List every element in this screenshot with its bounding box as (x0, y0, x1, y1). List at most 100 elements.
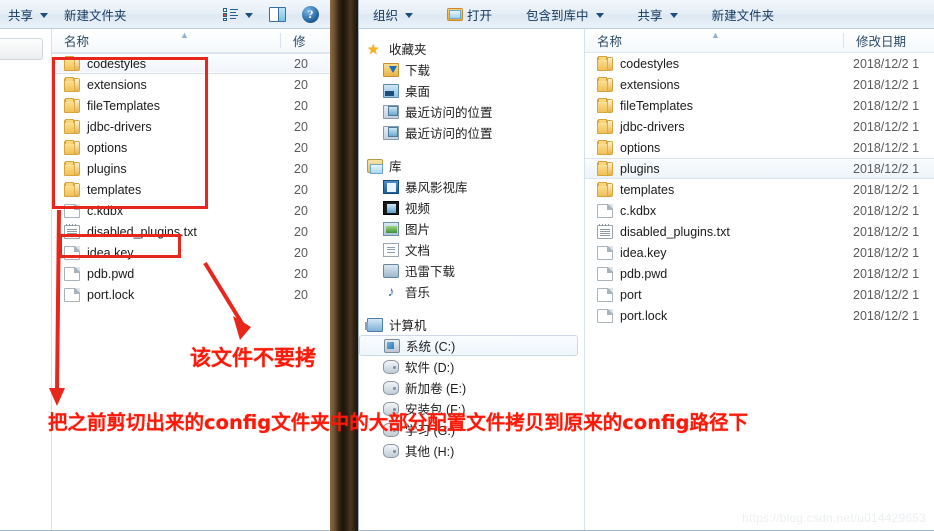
table-row[interactable]: options 2018/12/2 1 (585, 137, 934, 158)
table-row[interactable]: disabled_plugins.txt 20 (52, 221, 331, 242)
right-column-date[interactable]: 修改日期 (844, 31, 906, 50)
left-new-folder-button[interactable]: 新建文件夹 (56, 2, 135, 27)
views-chevron-down-icon (245, 12, 253, 18)
table-row[interactable]: idea.key 20 (52, 242, 331, 263)
sidebar-item-download[interactable]: 下载 (359, 59, 584, 80)
left-column-date[interactable]: 修 (281, 31, 306, 50)
table-row[interactable]: codestyles 20 (52, 53, 331, 74)
open-button[interactable]: 打开 (439, 2, 500, 27)
sidebar-item-recent[interactable]: 最近访问的位置 (359, 101, 584, 122)
file-date-cell: 2018/12/2 1 (853, 77, 920, 92)
sidebar-item-xunlei[interactable]: 迅雷下载 (359, 260, 584, 281)
share-chevron-down-icon (669, 12, 678, 18)
table-row[interactable]: fileTemplates 20 (52, 95, 331, 116)
baofeng-icon (383, 179, 399, 194)
file-name-label: options (620, 140, 661, 155)
left-nav-pane[interactable] (0, 29, 52, 530)
file-date-cell: 2018/12/2 1 (853, 161, 920, 176)
sidebar-item-label: 暴风影视库 (405, 181, 468, 195)
folder-icon (597, 76, 613, 92)
file-name-cell: plugins (52, 160, 127, 176)
sidebar-item-library[interactable]: 库 (359, 155, 584, 176)
folder-icon (597, 118, 613, 134)
sidebar-item-music[interactable]: ♪ 音乐 (359, 281, 584, 302)
sidebar-item-drive[interactable]: 其他 (H:) (359, 440, 584, 461)
table-row[interactable]: templates 2018/12/2 1 (585, 179, 934, 200)
file-date-cell: 2018/12/2 1 (853, 203, 920, 218)
table-row[interactable]: port.lock 20 (52, 284, 331, 305)
table-row[interactable]: plugins 20 (52, 158, 331, 179)
table-row[interactable]: port 2018/12/2 1 (585, 284, 934, 305)
table-row[interactable]: pdb.pwd 20 (52, 263, 331, 284)
right-list-pane[interactable]: 名称 ▲ 修改日期 codestyles 2018/12/2 1 extension… (585, 29, 934, 530)
right-file-list[interactable]: codestyles 2018/12/2 1 extensions 2018/12/2… (585, 53, 934, 326)
drive-icon (383, 401, 399, 416)
table-row[interactable]: templates 20 (52, 179, 331, 200)
sidebar-item-label: 新加卷 (E:) (405, 382, 467, 396)
drive-icon (383, 380, 399, 395)
file-name-cell: codestyles (52, 55, 146, 71)
navigation-pane[interactable]: ★ 收藏夹 下载 桌面 最近访问的位置 最近访问的位置库暴风影视库 视频 图片 文档 迅雷下载 ♪ 音… (359, 29, 585, 530)
left-list-pane[interactable]: 名称 ▲ 修 codestyles 20 extensions 20 fileTempl… (52, 29, 331, 530)
file-name-cell: options (585, 139, 661, 155)
file-name-label: disabled_plugins.txt (87, 224, 197, 239)
table-row[interactable]: pdb.pwd 2018/12/2 1 (585, 263, 934, 284)
folder-icon (64, 118, 80, 134)
sidebar-item-computer[interactable]: 计算机 (359, 314, 584, 335)
table-row[interactable]: c.kdbx 20 (52, 200, 331, 221)
sidebar-item-picture[interactable]: 图片 (359, 218, 584, 239)
left-file-list[interactable]: codestyles 20 extensions 20 fileTemplates 20 j… (52, 53, 331, 305)
file-icon (64, 266, 80, 281)
table-row[interactable]: disabled_plugins.txt 2018/12/2 1 (585, 221, 934, 242)
left-preview-pane-button[interactable] (261, 4, 294, 25)
right-column-name[interactable]: 名称 ▲ (585, 30, 843, 50)
sidebar-item-drive[interactable]: 软件 (D:) (359, 356, 584, 377)
file-date-cell: 2018/12/2 1 (853, 245, 920, 260)
right-new-folder-button[interactable]: 新建文件夹 (704, 2, 783, 27)
organize-button[interactable]: 组织 (359, 2, 421, 27)
table-row[interactable]: idea.key 2018/12/2 1 (585, 242, 934, 263)
table-row[interactable]: fileTemplates 2018/12/2 1 (585, 95, 934, 116)
table-row[interactable]: jdbc-drivers 2018/12/2 1 (585, 116, 934, 137)
sidebar-item-desktop[interactable]: 桌面 (359, 80, 584, 101)
sidebar-item-drive[interactable]: 安装包 (F:) (359, 398, 584, 419)
file-name-label: pdb.pwd (620, 266, 668, 281)
sort-ascending-icon: ▲ (180, 30, 189, 40)
table-row[interactable]: options 20 (52, 137, 331, 158)
left-share-button[interactable]: 共享 (0, 2, 56, 27)
table-row[interactable]: codestyles 2018/12/2 1 (585, 53, 934, 74)
file-name-cell: jdbc-drivers (585, 118, 685, 134)
sidebar-item-star[interactable]: ★ 收藏夹 (359, 38, 584, 59)
file-name-label: pdb.pwd (87, 266, 135, 281)
left-help-button[interactable]: ? (294, 3, 331, 26)
table-row[interactable]: c.kdbx 2018/12/2 1 (585, 200, 934, 221)
table-row[interactable]: plugins 2018/12/2 1 (585, 158, 934, 179)
left-column-header: 名称 ▲ 修 (52, 29, 331, 53)
video-icon (383, 200, 399, 215)
file-name-label: plugins (620, 161, 660, 176)
file-name-cell: disabled_plugins.txt (52, 223, 197, 239)
left-explorer-window: 共享 新建文件夹 ? 名称 ▲ 修 codestyles 20 extensio… (0, 0, 332, 531)
right-share-button[interactable]: 共享 (630, 2, 686, 27)
left-column-name[interactable]: 名称 ▲ (52, 30, 280, 50)
sidebar-item-recent[interactable]: 最近访问的位置 (359, 122, 584, 143)
sidebar-item-drive[interactable]: 新加卷 (E:) (359, 377, 584, 398)
library-chevron-down-icon (595, 12, 604, 18)
table-row[interactable]: jdbc-drivers 20 (52, 116, 331, 137)
sidebar-item-video[interactable]: 视频 (359, 197, 584, 218)
table-row[interactable]: port.lock 2018/12/2 1 (585, 305, 934, 326)
left-views-button[interactable] (215, 5, 261, 24)
sidebar-item-baofeng[interactable]: 暴风影视库 (359, 176, 584, 197)
sidebar-item-label: 安装包 (F:) (405, 403, 466, 417)
table-row[interactable]: extensions 2018/12/2 1 (585, 74, 934, 95)
sidebar-item-system-drive[interactable]: 系统 (C:) (359, 335, 578, 356)
nav-gap (359, 302, 584, 314)
include-in-library-button[interactable]: 包含到库中 (518, 2, 612, 27)
file-date-cell: 2018/12/2 1 (853, 266, 920, 281)
sidebar-item-drive[interactable]: 学习 (G:) (359, 419, 584, 440)
sidebar-item-document[interactable]: 文档 (359, 239, 584, 260)
table-row[interactable]: extensions 20 (52, 74, 331, 95)
folder-icon (597, 181, 613, 197)
file-name-label: templates (620, 182, 675, 197)
file-name-label: extensions (620, 77, 680, 92)
